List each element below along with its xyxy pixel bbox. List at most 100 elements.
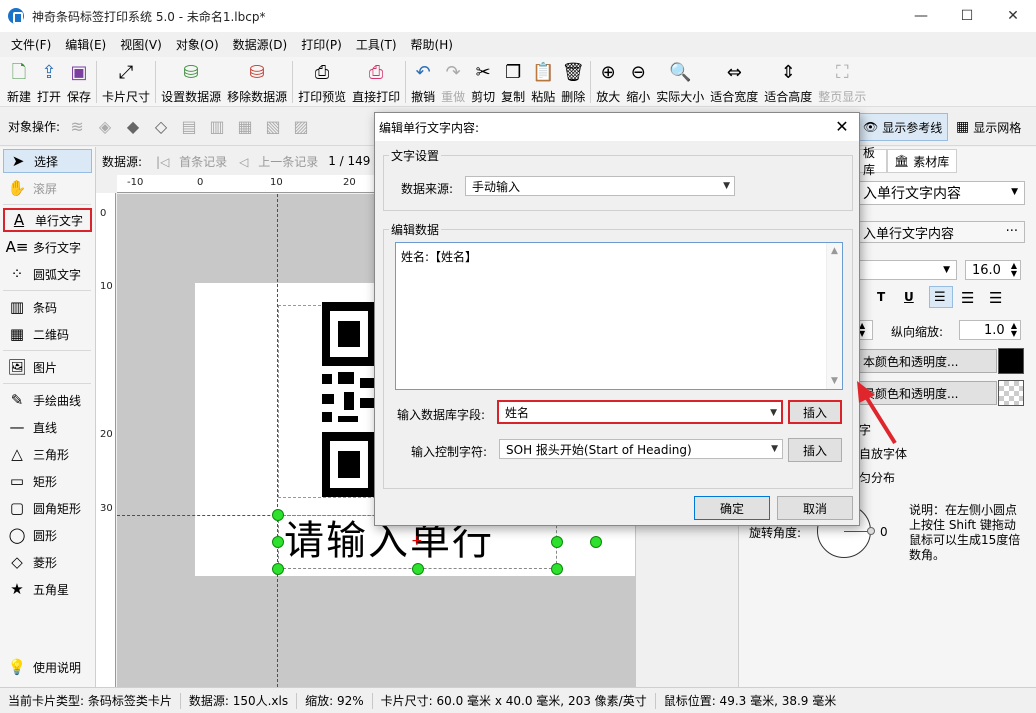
tool-freehand[interactable]: ✎ 手绘曲线 xyxy=(3,388,92,412)
v-scale-input[interactable]: 1.0 ▲ ▼ xyxy=(959,320,1021,340)
layer-edit-icon[interactable]: ◇ xyxy=(150,116,172,138)
prev-record-button[interactable]: ◁ 上一条记录 xyxy=(239,153,318,170)
resize-handle-r[interactable] xyxy=(551,536,563,548)
align-left-icon[interactable]: ▤ xyxy=(178,116,200,138)
copy-button[interactable]: ❐ 复制 xyxy=(498,57,528,107)
menu-tools[interactable]: 工具(T) xyxy=(349,36,404,53)
control-char-select[interactable]: SOH 报头开始(Start of Heading) ▼ xyxy=(499,439,783,459)
save-button[interactable]: ▣ 保存 xyxy=(64,57,94,107)
bold-button[interactable]: T xyxy=(877,290,885,304)
fit-page-button[interactable]: ⛶ 整页显示 xyxy=(815,57,869,107)
fit-width-button[interactable]: ⇔ 适合宽度 xyxy=(707,57,761,107)
open-button[interactable]: ⇪ 打开 xyxy=(34,57,64,107)
tool-single-line-text[interactable]: A 单行文字 xyxy=(3,208,92,232)
ok-button[interactable]: 确定 xyxy=(694,496,770,520)
align-right-button[interactable]: ☰ xyxy=(989,289,1002,307)
resize-handle-l[interactable] xyxy=(272,536,284,548)
resize-handle-b[interactable] xyxy=(412,563,424,575)
content-textarea[interactable]: 姓名:【姓名】 ▲ ▼ xyxy=(395,242,843,390)
layer-stack-icon[interactable]: ◆ xyxy=(122,116,144,138)
nav-datasource-label: 数据源: xyxy=(102,154,143,169)
tab-material-library[interactable]: 🏛 素材库 xyxy=(887,149,957,173)
first-record-button[interactable]: |◁ 首条记录 xyxy=(156,153,227,170)
dialog-close-button[interactable]: ✕ xyxy=(831,115,853,137)
minimize-button[interactable]: — xyxy=(898,0,944,32)
show-guides-toggle[interactable]: 👁 显示参考线 xyxy=(856,113,948,141)
v-scale-label: 纵向缩放: xyxy=(891,325,944,339)
tab-template-library[interactable]: 板库 xyxy=(857,146,887,177)
option-distribute[interactable]: 匀分布 xyxy=(859,469,895,486)
fit-height-button[interactable]: ⇕ 适合高度 xyxy=(761,57,815,107)
align-center-icon[interactable]: ▥ xyxy=(206,116,228,138)
delete-button[interactable]: 🗑 删除 xyxy=(558,57,588,107)
align-center-button[interactable]: ☰ xyxy=(961,289,974,307)
show-grid-toggle[interactable]: ▦ 显示网格 xyxy=(954,113,1034,141)
underline-button[interactable]: U xyxy=(904,290,914,304)
card-size-button[interactable]: ⤢ 卡片尺寸 xyxy=(99,57,153,107)
tool-diamond[interactable]: ◇ 菱形 xyxy=(3,550,92,574)
redo-button[interactable]: ↷ 重做 xyxy=(438,57,468,107)
vertical-guide-line[interactable] xyxy=(277,194,278,687)
font-size-input[interactable]: 16.0 ▲ ▼ xyxy=(965,260,1021,280)
tool-triangle[interactable]: △ 三角形 xyxy=(3,442,92,466)
content-dropdown[interactable]: 入单行文字内容 ▼ xyxy=(857,181,1025,205)
cancel-button[interactable]: 取消 xyxy=(777,496,853,520)
text-color-button[interactable]: 本颜色和透明度... xyxy=(857,349,997,373)
tool-qrcode[interactable]: ▦ 二维码 xyxy=(3,322,92,346)
resize-handle-tl[interactable] xyxy=(272,509,284,521)
tool-arc-text[interactable]: ⁘ 圆弧文字 xyxy=(3,262,92,286)
cut-button[interactable]: ✂ 剪切 xyxy=(468,57,498,107)
rotate-handle[interactable] xyxy=(590,536,602,548)
text-color-swatch[interactable] xyxy=(998,348,1024,374)
datasource-select[interactable]: 手动输入 ▼ xyxy=(465,176,735,196)
tool-barcode[interactable]: ▥ 条码 xyxy=(3,295,92,319)
menu-object[interactable]: 对象(O) xyxy=(169,36,226,53)
tool-line[interactable]: — 直线 xyxy=(3,415,92,439)
align-left-button[interactable]: ☰ xyxy=(929,286,953,308)
actual-size-button[interactable]: 🔍 实际大小 xyxy=(653,57,707,107)
qrcode-object[interactable] xyxy=(322,302,376,497)
db-field-select[interactable]: 姓名 ▼ xyxy=(497,400,783,424)
undo-button[interactable]: ↶ 撤销 xyxy=(408,57,438,107)
layer-down-icon[interactable]: ◈ xyxy=(94,116,116,138)
font-name-select[interactable]: ▼ xyxy=(857,260,957,280)
menu-edit[interactable]: 编辑(E) xyxy=(58,36,113,53)
new-button[interactable]: 🗋 新建 xyxy=(4,57,34,107)
textarea-scrollbar[interactable]: ▲ ▼ xyxy=(826,243,842,389)
print-preview-button[interactable]: ⎙ 打印预览 xyxy=(295,57,349,107)
main-toolbar: 🗋 新建 ⇪ 打开 ▣ 保存 ⤢ 卡片尺寸 ⛁ 设置数据源 ⛁ 移除数据源 ⎙ 打印预览 ⎙ 直… xyxy=(0,57,1036,107)
insert-control-char-button[interactable]: 插入 xyxy=(788,438,842,462)
distribute-icon[interactable]: ▨ xyxy=(290,116,312,138)
tool-ellipse[interactable]: ◯ 圆形 xyxy=(3,523,92,547)
tool-select[interactable]: ➤ 选择 xyxy=(3,149,92,173)
direct-print-button[interactable]: ⎙ 直接打印 xyxy=(349,57,403,107)
menu-view[interactable]: 视图(V) xyxy=(113,36,169,53)
paste-button[interactable]: 📋 粘贴 xyxy=(528,57,558,107)
remove-datasource-button[interactable]: ⛁ 移除数据源 xyxy=(224,57,290,107)
option-auto-font[interactable]: 自放字体 xyxy=(859,445,907,462)
tool-image[interactable]: 🖼 图片 xyxy=(3,355,92,379)
help-button[interactable]: 💡 使用说明 xyxy=(3,655,92,679)
tool-scroll[interactable]: ✋ 滚屏 xyxy=(3,176,92,200)
bg-color-swatch[interactable] xyxy=(998,380,1024,406)
content-field[interactable]: 入单行文字内容 ··· xyxy=(857,221,1025,243)
align-right-icon[interactable]: ▦ xyxy=(234,116,256,138)
menu-file[interactable]: 文件(F) xyxy=(4,36,58,53)
zoom-in-button[interactable]: ⊕ 放大 xyxy=(593,57,623,107)
align-top-icon[interactable]: ▧ xyxy=(262,116,284,138)
tool-rounded-rectangle[interactable]: ▢ 圆角矩形 xyxy=(3,496,92,520)
tool-rectangle[interactable]: ▭ 矩形 xyxy=(3,469,92,493)
menu-datasource[interactable]: 数据源(D) xyxy=(226,36,295,53)
insert-field-button[interactable]: 插入 xyxy=(788,400,842,424)
resize-handle-br[interactable] xyxy=(551,563,563,575)
tool-star[interactable]: ★ 五角星 xyxy=(3,577,92,601)
zoom-out-button[interactable]: ⊖ 缩小 xyxy=(623,57,653,107)
menu-help[interactable]: 帮助(H) xyxy=(404,36,460,53)
close-window-button[interactable]: ✕ xyxy=(990,0,1036,32)
layers-icon[interactable]: ≋ xyxy=(66,116,88,138)
maximize-button[interactable]: ☐ xyxy=(944,0,990,32)
tool-multi-line-text[interactable]: A≡ 多行文字 xyxy=(3,235,92,259)
menu-print[interactable]: 打印(P) xyxy=(294,36,349,53)
set-datasource-button[interactable]: ⛁ 设置数据源 xyxy=(158,57,224,107)
resize-handle-bl[interactable] xyxy=(272,563,284,575)
